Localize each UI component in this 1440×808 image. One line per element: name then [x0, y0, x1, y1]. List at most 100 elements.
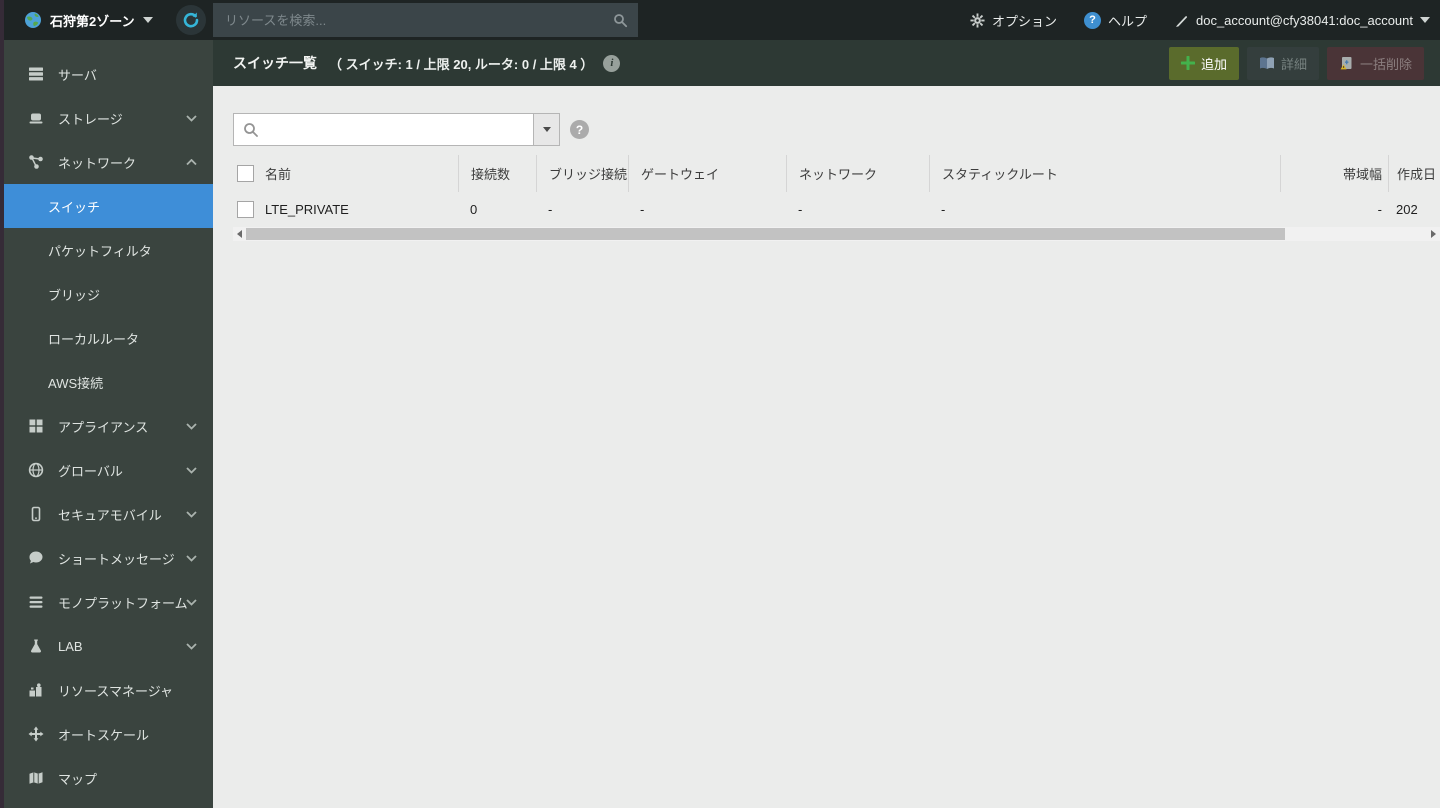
chevron-down-icon — [186, 422, 197, 430]
topbar: 石狩第2ゾーン リソースを検索... オプション ? ヘルプ doc_accou… — [0, 0, 1440, 40]
sidebar-item-label: グローバル — [58, 463, 123, 479]
cell-bridge: - — [548, 202, 553, 217]
refresh-button[interactable] — [176, 5, 206, 35]
column-header-bandwidth[interactable]: 帯域幅 — [1280, 155, 1388, 192]
chevron-down-icon — [186, 642, 197, 650]
chevron-down-icon — [186, 598, 197, 606]
sidebar-item-label: モノプラットフォーム — [58, 595, 188, 611]
sidebar-item-label: スイッチ — [48, 199, 101, 215]
options-button[interactable]: オプション — [970, 11, 1057, 30]
sidebar-item-mono-platform[interactable]: モノプラットフォーム — [0, 580, 213, 624]
column-header-created[interactable]: 作成日 — [1388, 155, 1440, 192]
sidebar-item-autoscale[interactable]: オートスケール — [0, 712, 213, 756]
help-button[interactable]: ? ヘルプ — [1083, 11, 1147, 30]
blocks-icon — [27, 682, 44, 699]
sidebar-item-lab[interactable]: LAB — [0, 624, 213, 668]
sidebar-item-global[interactable]: グローバル — [0, 448, 213, 492]
table-row[interactable]: LTE_PRIVATE 0 - - - - - 202 — [233, 192, 1440, 227]
detail-button-label: 詳細 — [1280, 56, 1307, 72]
sidebar-item-storage[interactable]: ストレージ — [0, 96, 213, 140]
sidebar-item-label: AWS接続 — [48, 375, 104, 391]
sidebar-item-secure-mobile[interactable]: セキュアモバイル — [0, 492, 213, 536]
sidebar-item-aws-connect[interactable]: AWS接続 — [0, 360, 213, 404]
add-button-label: 追加 — [1200, 56, 1227, 72]
sidebar-item-resource-manager[interactable]: リソースマネージャ — [0, 668, 213, 712]
sidebar-item-short-message[interactable]: ショートメッセージ — [0, 536, 213, 580]
column-header-bridge[interactable]: ブリッジ接続 — [536, 155, 628, 192]
scrollbar-thumb[interactable] — [246, 228, 1286, 240]
account-menu[interactable]: doc_account@cfy38041:doc_account — [1174, 13, 1430, 28]
column-header-network[interactable]: ネットワーク — [786, 155, 929, 192]
resource-search-input[interactable] — [213, 12, 613, 28]
chevron-down-icon — [186, 466, 197, 474]
page-header: スイッチ一覧 （ スイッチ: 1 / 上限 20, ルータ: 0 / 上限 4 … — [213, 40, 1440, 86]
row-checkbox-cell — [233, 192, 265, 227]
sidebar-item-packet-filter[interactable]: パケットフィルタ — [0, 228, 213, 272]
sidebar-item-server[interactable]: サーバ — [0, 52, 213, 96]
add-button[interactable]: 追加 — [1168, 46, 1239, 80]
table-filter-input[interactable] — [259, 122, 533, 137]
table-header-row: 名前 接続数 ブリッジ接続 ゲートウェイ ネットワーク スタティックルート 帯域… — [233, 155, 1440, 192]
cell-bandwidth: - — [1377, 202, 1382, 217]
network-icon — [27, 154, 44, 171]
chevron-up-icon — [186, 158, 197, 166]
row-checkbox[interactable] — [237, 201, 254, 218]
sidebar: サーバ ストレージ ネットワーク スイッチ パケットフィルタ ブリッジ ローカル… — [0, 40, 213, 808]
sidebar-item-map[interactable]: マップ — [0, 756, 213, 800]
filter-help-icon[interactable]: ? — [570, 120, 589, 139]
globe-icon — [27, 462, 44, 479]
help-label: ヘルプ — [1107, 13, 1147, 29]
select-all-checkbox[interactable] — [237, 165, 254, 182]
sidebar-item-local-router[interactable]: ローカルルータ — [0, 316, 213, 360]
sidebar-item-bridge[interactable]: ブリッジ — [0, 272, 213, 316]
arrows-cross-icon — [27, 726, 44, 743]
chevron-down-icon — [186, 554, 197, 562]
bulk-delete-button-label: 一括削除 — [1359, 56, 1412, 72]
topbar-right: オプション ? ヘルプ doc_account@cfy38041:doc_acc… — [952, 0, 1430, 40]
search-icon — [243, 122, 259, 138]
chat-bubble-icon — [27, 550, 44, 567]
zone-selector[interactable]: 石狩第2ゾーン — [24, 0, 153, 40]
pen-icon — [1174, 13, 1189, 28]
sidebar-item-label: ショートメッセージ — [58, 551, 175, 567]
scroll-left-arrow[interactable] — [233, 227, 246, 241]
table-filter-box — [233, 113, 560, 146]
sidebar-item-label: パケットフィルタ — [48, 243, 152, 259]
horizontal-scrollbar — [233, 227, 1440, 241]
delete-warning-icon — [1340, 56, 1352, 69]
account-label: doc_account@cfy38041:doc_account — [1195, 12, 1413, 28]
column-header-static-route[interactable]: スタティックルート — [929, 155, 1280, 192]
page-title: スイッチ一覧 — [233, 55, 317, 71]
help-icon: ? — [1083, 11, 1101, 29]
sidebar-item-label: ブリッジ — [48, 287, 101, 303]
sidebar-item-appliance[interactable]: アプライアンス — [0, 404, 213, 448]
sidebar-item-label: マップ — [58, 771, 98, 787]
column-header-gateway[interactable]: ゲートウェイ — [628, 155, 786, 192]
column-header-name[interactable]: 名前 — [265, 155, 458, 192]
detail-button[interactable]: 詳細 — [1246, 46, 1319, 80]
sidebar-item-switch[interactable]: スイッチ — [0, 184, 213, 228]
cell-name: LTE_PRIVATE — [265, 202, 349, 217]
search-icon — [613, 13, 628, 28]
sidebar-item-label: オートスケール — [58, 727, 150, 743]
sidebar-item-label: リソースマネージャ — [58, 683, 174, 699]
sidebar-item-label: セキュアモバイル — [58, 507, 162, 523]
filter-dropdown-button[interactable] — [533, 114, 559, 145]
column-header-connections[interactable]: 接続数 — [458, 155, 536, 192]
storage-icon — [27, 110, 44, 127]
caret-down-icon — [142, 17, 153, 23]
chevron-down-icon — [186, 114, 197, 122]
cell-created: 202 — [1396, 202, 1418, 217]
topbar-search — [213, 3, 638, 37]
switch-table: 名前 接続数 ブリッジ接続 ゲートウェイ ネットワーク スタティックルート 帯域… — [233, 155, 1440, 241]
sidebar-item-label: アプライアンス — [58, 419, 149, 435]
sidebar-item-network[interactable]: ネットワーク — [0, 140, 213, 184]
info-icon[interactable]: i — [603, 54, 621, 72]
scrollbar-track[interactable] — [246, 227, 1427, 241]
chevron-down-icon — [186, 510, 197, 518]
globe-zone-icon — [24, 11, 42, 29]
cell-connections: 0 — [470, 202, 478, 217]
scroll-right-arrow[interactable] — [1427, 227, 1440, 241]
bulk-delete-button[interactable]: 一括削除 — [1326, 46, 1424, 80]
caret-down-icon — [1420, 17, 1430, 23]
